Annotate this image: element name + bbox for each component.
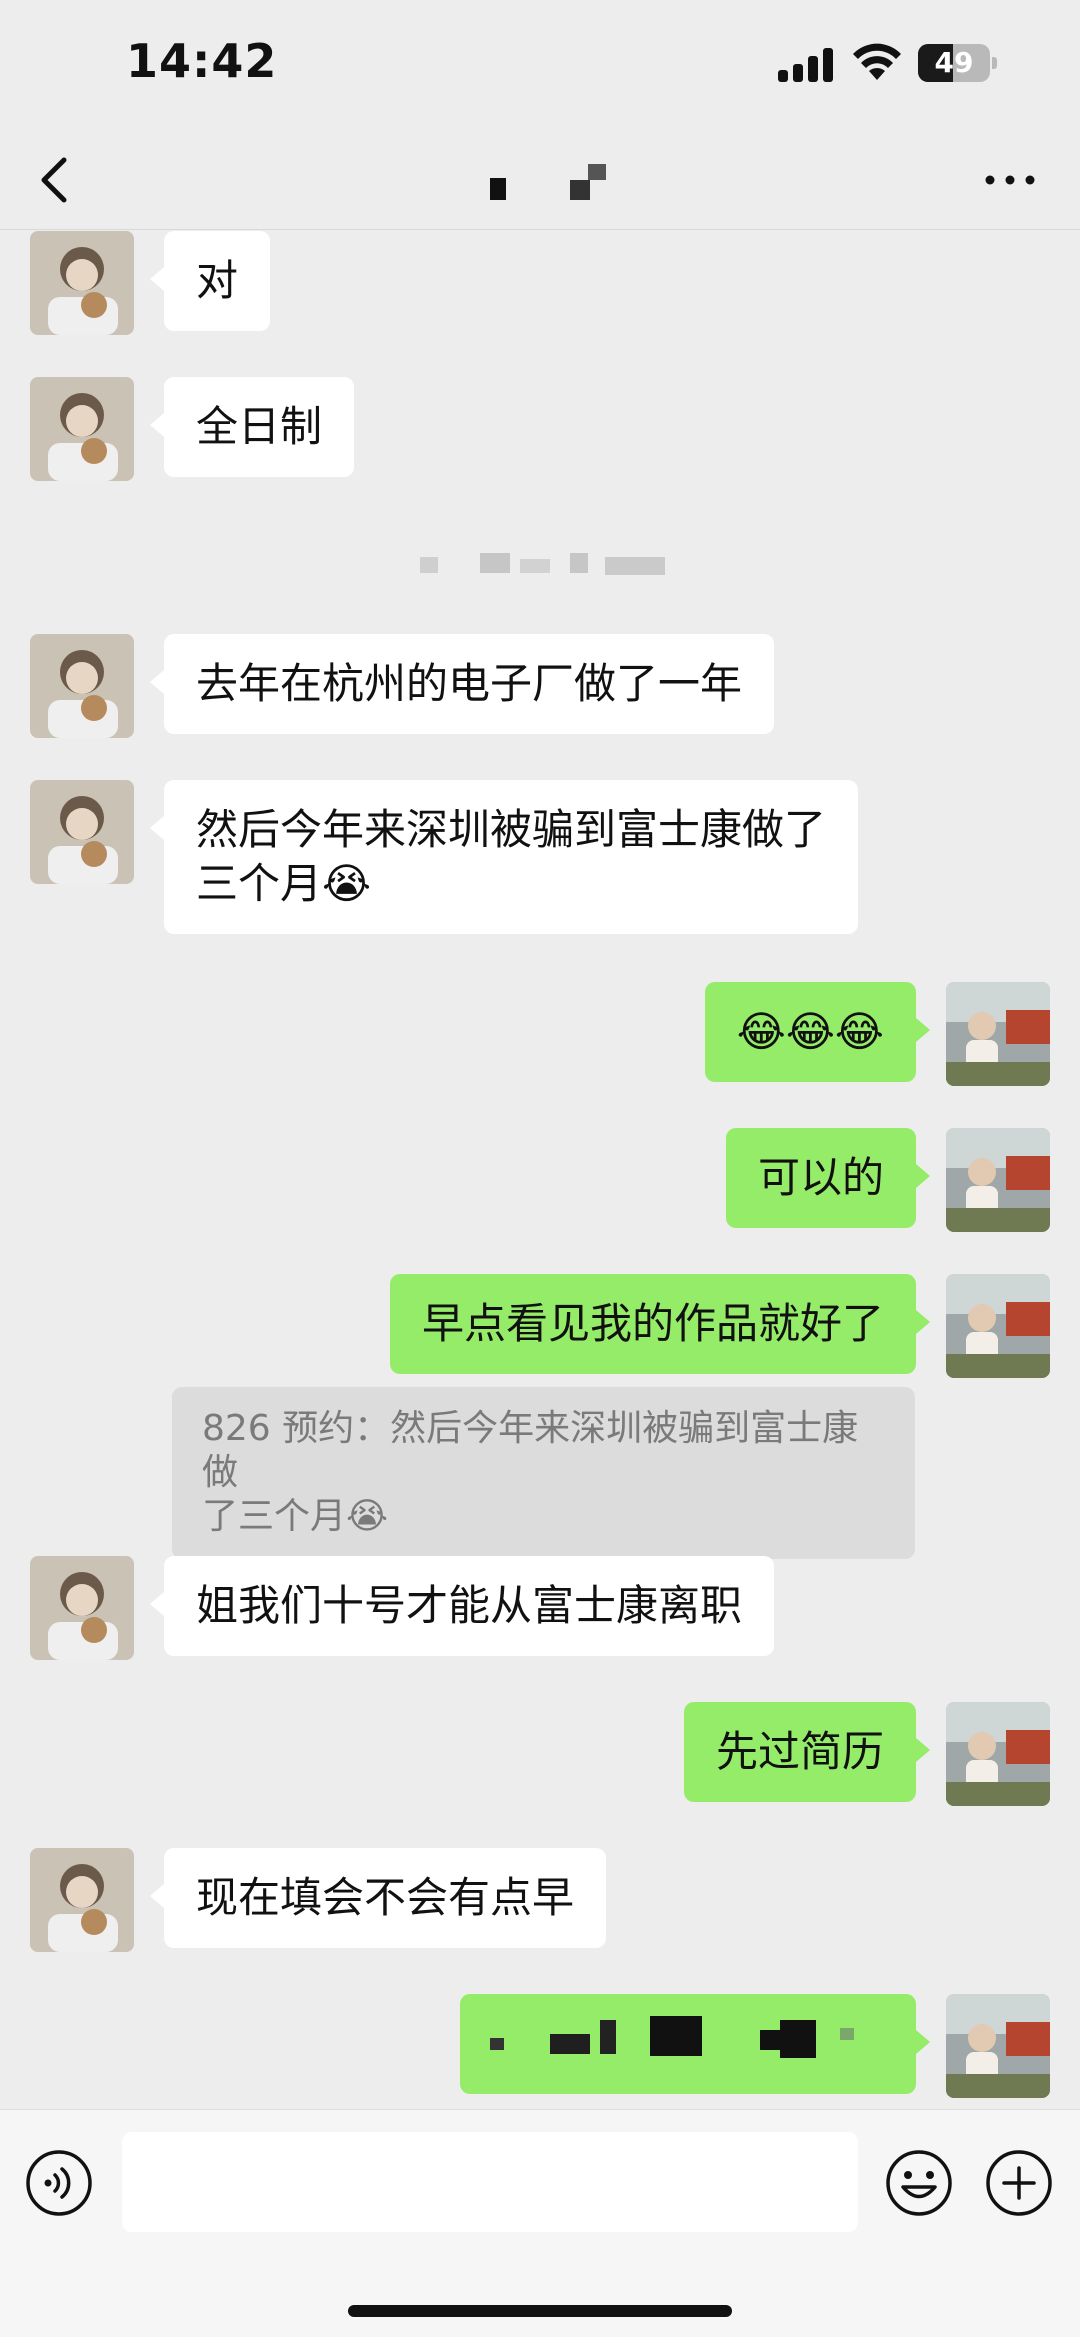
message-bubble[interactable]: 去年在杭州的电子厂做了一年: [149, 634, 775, 734]
input-bar: [0, 2109, 1080, 2337]
cellular-signal-icon: [778, 44, 836, 82]
wifi-icon: [853, 43, 901, 80]
message-bubble[interactable]: 然后今年来深圳被骗到富士康做了 三个月😭: [149, 780, 859, 934]
plus-icon[interactable]: [984, 2148, 1054, 2218]
status-time: 14:42: [126, 34, 278, 88]
contact-avatar[interactable]: [30, 1848, 134, 1952]
message-bubble[interactable]: 早点看见我的作品就好了: [389, 1274, 931, 1374]
quoted-message[interactable]: 826 预约：然后今年来深圳被骗到富士康做 了三个月😭: [172, 1387, 915, 1559]
message-bubble[interactable]: 姐我们十号才能从富士康离职: [149, 1556, 775, 1656]
message-bubble[interactable]: 可以的: [725, 1128, 931, 1228]
contact-avatar[interactable]: [30, 634, 134, 738]
battery-icon: 49: [918, 44, 998, 82]
ellipsis-icon[interactable]: [980, 160, 1040, 200]
contact-name-redacted: [440, 160, 640, 204]
status-bar: 14:42 49: [0, 0, 1080, 130]
message-bubble[interactable]: 现在填会不会有点早: [149, 1848, 607, 1948]
contact-avatar[interactable]: [30, 1556, 134, 1660]
my-avatar[interactable]: [946, 1128, 1050, 1232]
nav-bar: [0, 130, 1080, 230]
chat-screen: 14:42 49 对 全日制 去年在杭州的电子厂做了一年 然后今年来深圳被骗到富…: [0, 0, 1080, 2337]
crying-emoji: 😭: [346, 1496, 389, 1537]
contact-avatar[interactable]: [30, 231, 134, 335]
message-bubble[interactable]: 对: [149, 231, 271, 331]
message-input[interactable]: [122, 2132, 858, 2232]
chevron-left-icon[interactable]: [30, 148, 80, 212]
battery-level: 49: [934, 46, 974, 79]
timestamp-redacted: [420, 553, 670, 579]
contact-avatar[interactable]: [30, 780, 134, 884]
my-avatar[interactable]: [946, 1994, 1050, 2098]
crying-emoji: 😭: [322, 859, 372, 908]
message-list[interactable]: 对 全日制 去年在杭州的电子厂做了一年 然后今年来深圳被骗到富士康做了 三个月😭: [0, 231, 1080, 2109]
message-bubble[interactable]: 先过简历: [683, 1702, 931, 1802]
my-avatar[interactable]: [946, 1274, 1050, 1378]
smile-icon[interactable]: [884, 2148, 954, 2218]
message-bubble[interactable]: 全日制: [149, 377, 355, 477]
message-bubble-redacted[interactable]: [460, 1994, 930, 2094]
voice-icon[interactable]: [24, 2148, 94, 2218]
my-avatar[interactable]: [946, 982, 1050, 1086]
my-avatar[interactable]: [946, 1702, 1050, 1806]
home-indicator[interactable]: [348, 2305, 732, 2317]
message-bubble[interactable]: 😂😂😂: [704, 982, 931, 1082]
contact-avatar[interactable]: [30, 377, 134, 481]
